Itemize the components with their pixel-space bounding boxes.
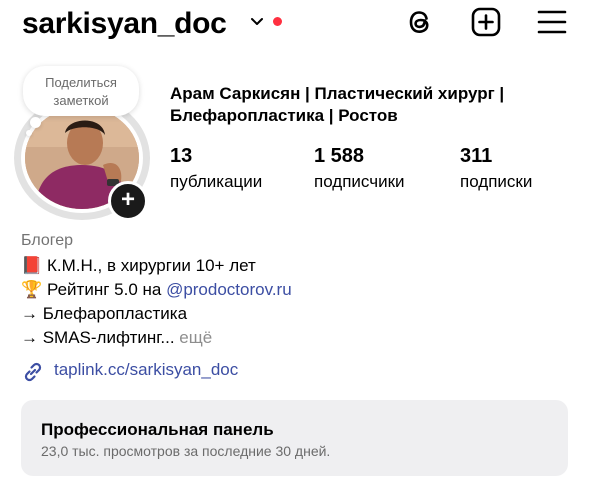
link-icon (24, 362, 42, 382)
followers-label[interactable]: подписчики (314, 172, 405, 192)
bio-line: → Блефаропластика (21, 304, 187, 324)
bio-text: → SMAS-лифтинг... (21, 328, 175, 347)
chevron-down-icon[interactable] (249, 14, 265, 30)
profile-full-name: Арам Саркисян | Пластический хирург | Бл… (170, 84, 505, 125)
panel-subtitle: 23,0 тыс. просмотров за последние 30 дне… (41, 443, 331, 459)
note-text: Поделиться заметкой (45, 75, 117, 108)
notification-dot (273, 17, 282, 26)
book-icon: 📕 (21, 256, 43, 275)
bio-line: 📕 К.М.Н., в хирургии 10+ лет (21, 256, 256, 276)
posts-count[interactable]: 13 (170, 145, 192, 168)
menu-icon[interactable] (537, 8, 567, 36)
bio-text: → Блефаропластика (21, 304, 188, 323)
add-story-button[interactable]: + (108, 181, 148, 221)
followers-count[interactable]: 1 588 (314, 145, 364, 168)
bio-line: → SMAS-лифтинг... ещё (21, 328, 212, 348)
bio-text: К.М.Н., в хирургии 10+ лет (47, 256, 256, 275)
profile-link[interactable]: taplink.cc/sarkisyan_doc (54, 360, 238, 380)
profile-username[interactable]: sarkisyan_doc (22, 7, 227, 41)
following-label[interactable]: подписки (460, 172, 532, 192)
threads-icon[interactable] (404, 6, 436, 38)
plus-icon: + (120, 186, 135, 213)
note-bubble-tail-small (26, 130, 32, 136)
following-count[interactable]: 311 (460, 145, 492, 168)
more-button[interactable]: ещё (175, 328, 212, 347)
trophy-icon: 🏆 (21, 280, 43, 299)
profile-category: Блогер (21, 232, 74, 249)
create-icon[interactable] (470, 6, 502, 38)
mention-link[interactable]: @prodoctorov.ru (166, 280, 292, 299)
posts-label[interactable]: публикации (170, 172, 262, 192)
panel-title: Профессиональная панель (41, 420, 274, 439)
bio-text: Рейтинг 5.0 на (47, 280, 167, 299)
bio-line: 🏆 Рейтинг 5.0 на @prodoctorov.ru (21, 280, 292, 300)
note-bubble-tail (30, 117, 41, 128)
